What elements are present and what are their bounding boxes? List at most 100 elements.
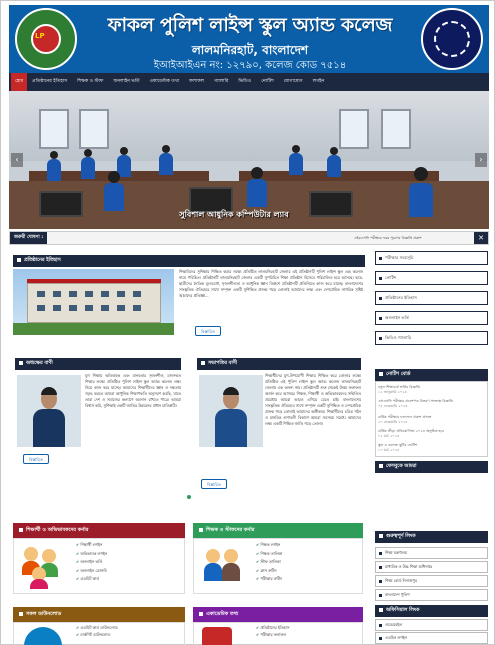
students-link[interactable]: শিক্ষার্থী লগইন [76,541,107,550]
president-photo [199,375,263,447]
nav-admission[interactable]: অনলাইন ভর্তি [108,73,144,91]
sidebar-link-label: অনলাইন ভর্তি [385,315,409,320]
nav-gallery[interactable]: গ্যালারি [209,73,233,91]
nav-teachers[interactable]: শিক্ষক ও স্টাফ [72,73,108,91]
news-ticker: জরুরী ঘোষণা : এইচএসসি পরীক্ষার ফরম পূরণে… [9,231,489,245]
teachers-corner: শিক্ষক লগইন শিক্ষক তালিকা স্টাফ তালিকা ক… [193,538,363,594]
page: { "header": { "title": "ফাকল পুলিশ লাইন্… [0,0,495,645]
download-link[interactable]: এডমিট কার্ড ডাউনলোড [76,624,117,631]
teachers-links: শিক্ষক লগইন শিক্ষক তালিকা স্টাফ তালিকা ক… [256,541,282,584]
downloads-corner: এডমিট কার্ড ডাউনলোড মার্কশিট ডাউনলোড [13,622,185,645]
slider-dot[interactable] [187,495,191,499]
important-link[interactable]: শিক্ষা বোর্ড দিনাজপুর [375,575,488,587]
academic-links: প্রতিষ্ঠানের ইতিহাস পরীক্ষার ফলাফল [256,624,289,638]
police-emblem [421,8,483,70]
official-links-title: অফিসিয়াল লিংক [375,605,488,617]
ticker-close-icon[interactable]: ✕ [474,232,488,244]
students-icon [20,545,64,589]
sidebar-link-label: নোটিশ [385,275,397,280]
academic-corner: প্রতিষ্ঠানের ইতিহাস পরীক্ষার ফলাফল [193,622,363,645]
notice-item[interactable]: স্কুল ও কলেজ ছুটির নোটিশ ১০ মার্চ ২০২৪ [378,443,487,453]
students-link[interactable]: এডমিট কার্ড [76,575,107,584]
president-title-text: সভাপতির বাণী [208,361,238,366]
students-corner-title: শিক্ষার্থী ও অভিভাবকদের কর্নার [13,523,185,538]
notice-item[interactable]: এসএসসি পরীক্ষার প্রবেশপত্র বিতরণ সংক্রান… [378,399,487,409]
downloads-title: সকল ডাউনলোড [13,607,185,622]
school-logo-text: LP [35,32,45,40]
notice-board-title-text: নোটিশ বোর্ড [386,372,411,377]
nav-login[interactable]: লগইন [308,73,330,91]
principal-photo [17,375,81,447]
students-link[interactable]: অনলাইন ভর্তি [76,558,107,567]
history-title-text: প্রতিষ্ঠানের ইতিহাস [24,258,61,263]
download-icon [24,627,62,645]
students-link[interactable]: অভিভাবক লগইন [76,550,107,559]
important-links-title: গুরুত্বপূর্ণ লিংক [375,531,488,543]
nav-history[interactable]: প্রতিষ্ঠানের ইতিহাস [27,73,72,91]
ticker-label: জরুরী ঘোষণা : [10,232,48,244]
academic-link[interactable]: প্রতিষ্ঠানের ইতিহাস [256,624,289,631]
teachers-icon [200,545,244,589]
principal-more-button[interactable]: বিস্তারিত [23,454,49,464]
slider-caption: সুবিশাল আধুনিক কম্পিউটার ল্যাব [179,210,289,219]
sidebar-link-video[interactable]: ভিডিও গ্যালারি [375,331,488,345]
sidebar-link-history[interactable]: প্রতিষ্ঠানের ইতিহাস [375,291,488,305]
academic-link[interactable]: পরীক্ষার ফলাফল [256,631,289,638]
teachers-link[interactable]: স্টাফ তালিকা [256,558,282,567]
important-links-title-text: গুরুত্বপূর্ণ লিংক [386,534,416,539]
notice-board-title: নোটিশ বোর্ড [375,369,488,381]
main-nav: হোম প্রতিষ্ঠানের ইতিহাস শিক্ষক ও স্টাফ অ… [9,73,489,91]
history-title: প্রতিষ্ঠানের ইতিহাস [13,255,365,267]
history-text: শিক্ষাবিদের সুশিক্ষায় শিক্ষিত করার লক্ষ… [179,269,363,298]
teachers-link[interactable]: শিক্ষক তালিকা [256,550,282,559]
ticker-text[interactable]: এইচএসসি পরীক্ষার ফরম পূরণের বিজ্ঞপ্তি প্… [354,232,422,244]
slider-prev-button[interactable]: ‹ [11,153,23,167]
academic-icon [202,627,232,645]
students-link[interactable]: অনলাইন রেজাল্ট [76,567,107,576]
school-building-image [13,269,174,335]
principal-title-text: অধ্যক্ষের বাণী [26,361,53,366]
sidebar-link-label: পরীক্ষার সময়সূচি [385,255,414,260]
president-title: সভাপতির বাণী [197,358,361,370]
official-link[interactable]: এডমিন লগইন [375,632,488,644]
history-more-button[interactable]: বিস্তারিত [195,326,221,336]
nav-notice[interactable]: নোটিশ [256,73,278,91]
nav-academic[interactable]: একাডেমিক তথ্য [145,73,185,91]
principal-title: অধ্যক্ষের বাণী [15,358,181,370]
teachers-corner-title: শিক্ষক ও স্টাফদের কর্নার [193,523,363,538]
sidebar-link-label: প্রতিষ্ঠানের ইতিহাস [385,295,417,300]
sidebar-link-notice[interactable]: নোটিশ [375,271,488,285]
academic-info-title: একাডেমিক তথ্য [193,607,363,622]
facebook-title-text: ফেসবুকে আমরা [386,464,417,469]
official-link[interactable]: ওয়েবমেইল [375,619,488,631]
downloads-links: এডমিট কার্ড ডাউনলোড মার্কশিট ডাউনলোড [76,624,118,638]
notice-item[interactable]: নতুন শিক্ষাবর্ষে ভর্তির বিজ্ঞপ্তি ১২ জানু… [378,385,487,395]
site-title: ফাকল পুলিশ লাইন্স স্কুল অ্যান্ড কলেজ [107,14,393,36]
nav-video[interactable]: ভিডিও [233,73,256,91]
teachers-link[interactable]: পরীক্ষার রুটিন [256,575,282,584]
teachers-link[interactable]: শিক্ষক লগইন [256,541,282,550]
sidebar-link-admission[interactable]: অনলাইন ভর্তি [375,311,488,325]
students-corner: শিক্ষার্থী লগইন অভিভাবক লগইন অনলাইন ভর্ত… [13,538,185,594]
notice-item[interactable]: বার্ষিক পরীক্ষার ফলাফল প্রকাশ প্রসঙ্গে ২০… [378,415,487,425]
teachers-link[interactable]: ক্লাস রুটিন [256,567,282,576]
principal-text: যুগ শিক্ষায় অতিবাহক এবং মানবতার সৃজনশীল… [85,373,181,408]
important-link[interactable]: শিক্ষা মন্ত্রণালয় [375,547,488,559]
slider-next-button[interactable]: › [475,153,487,167]
important-link[interactable]: বাংলাদেশ পুলিশ [375,589,488,601]
hero-slider[interactable]: ‹ › সুবিশাল আধুনিক কম্পিউটার ল্যাব [9,91,489,229]
nav-contact[interactable]: যোগাযোগ [279,73,308,91]
sidebar-link-exam-schedule[interactable]: পরীক্ষার সময়সূচি [375,251,488,265]
facebook-title: ফেসবুকে আমরা [375,461,488,473]
school-logo[interactable]: LP [15,8,77,70]
president-text: শিক্ষার্থীদের যুগ-উপযোগী শিক্ষায় শিক্ষি… [265,373,361,426]
download-link[interactable]: মার্কশিট ডাউনলোড [76,631,118,638]
official-links-title-text: অফিসিয়াল লিংক [386,608,420,613]
students-links: শিক্ষার্থী লগইন অভিভাবক লগইন অনলাইন ভর্ত… [76,541,107,584]
president-more-button[interactable]: বিস্তারিত [201,479,227,489]
notice-item[interactable]: বার্ষিক ক্রীড়া প্রতিযোগিতা ২০২৪ অনুষ্ঠি… [378,429,487,439]
site-header: LP ফাকল পুলিশ লাইন্স স্কুল অ্যান্ড কলেজ … [9,5,489,73]
important-link[interactable]: মাধ্যমিক ও উচ্চ শিক্ষা অধিদপ্তর [375,561,488,573]
nav-result[interactable]: ফলাফল [184,73,209,91]
nav-home[interactable]: হোম [11,73,28,91]
